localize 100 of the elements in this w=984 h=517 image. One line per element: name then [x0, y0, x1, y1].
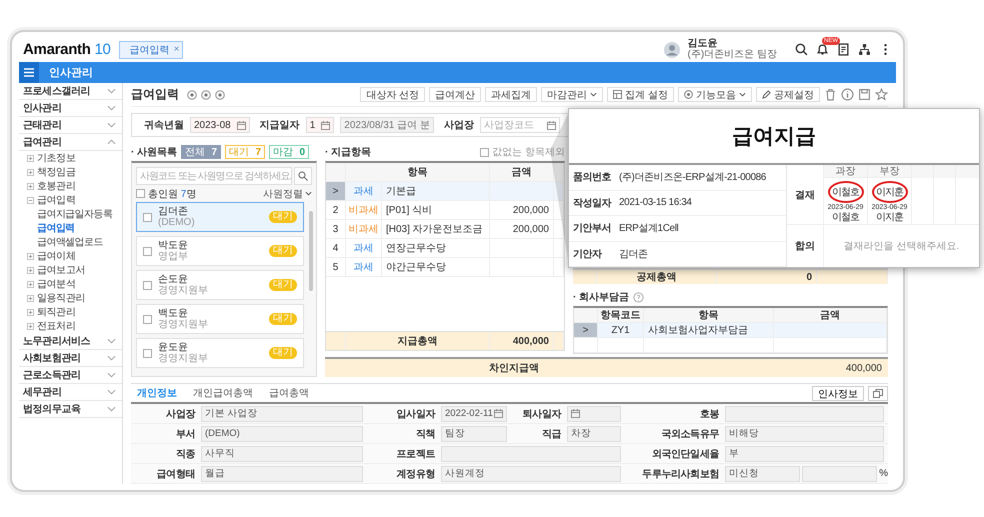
toolbar-button[interactable]: 급여계산	[429, 87, 482, 102]
tab[interactable]: 급여총액	[263, 386, 315, 400]
calendar-icon[interactable]	[321, 120, 330, 130]
search-icon[interactable]	[795, 43, 808, 56]
checkbox[interactable]	[136, 189, 145, 198]
employee-card[interactable]: 백도윤 경영지원부 대기	[136, 304, 304, 334]
sidebar-subitem[interactable]: 퇴직관리	[19, 305, 122, 319]
sidebar-subitem[interactable]: 전표처리	[19, 319, 122, 333]
copy-button[interactable]	[868, 386, 888, 400]
checkbox[interactable]	[143, 314, 152, 324]
month-field[interactable]: 2023-08	[190, 117, 250, 133]
table-cell: 연장근무수당	[382, 239, 490, 257]
sidebar-subitem[interactable]: 일용직관리	[19, 291, 122, 305]
calendar-icon[interactable]	[494, 409, 503, 418]
input-field[interactable]: 미신청	[725, 466, 800, 482]
calendar-icon[interactable]	[571, 409, 580, 418]
document-tab[interactable]: 급여입력 ×	[118, 40, 183, 58]
sidebar-subitem[interactable]: 급여입력	[19, 221, 122, 235]
employee-card[interactable]: 윤도윤 경영지원부 대기	[136, 338, 304, 368]
help-icon[interactable]	[633, 292, 644, 302]
employee-card[interactable]: 김더존 (DEMO) 대기	[136, 202, 304, 232]
sidebar-subitem[interactable]: 급여입력	[19, 193, 122, 207]
toolbar-button[interactable]: 공제설정	[756, 87, 820, 102]
scrollbar[interactable]	[309, 211, 313, 291]
sidebar-item[interactable]: 인사관리	[19, 100, 122, 117]
circle-dot-icon[interactable]	[215, 90, 225, 100]
employee-card[interactable]: 손도윤 경영지원부 대기	[136, 270, 304, 300]
info-icon[interactable]	[841, 88, 854, 101]
employee-card[interactable]: 박도윤 영업부 대기	[136, 236, 304, 266]
sidebar-subitem[interactable]: 급여분석	[19, 277, 122, 291]
checkbox[interactable]	[480, 148, 490, 156]
toolbar-button[interactable]: 집계 설정	[607, 87, 674, 102]
calendar-icon[interactable]	[546, 120, 556, 130]
hr-info-button[interactable]: 인사정보	[812, 386, 864, 400]
total-value: 400,000	[490, 332, 554, 350]
section-title: · 사원목록	[131, 146, 178, 159]
input-field[interactable]: 사원계정	[441, 466, 621, 482]
pay-date-field[interactable]: 1	[306, 117, 334, 133]
sidebar-item[interactable]: 노무관리서비스	[19, 333, 122, 350]
avatar-icon[interactable]	[664, 42, 680, 58]
sidebar-item[interactable]: 법정의무교육	[19, 401, 122, 418]
input-field[interactable]: 팀장	[441, 426, 507, 442]
sidebar-item[interactable]: 사회보험관리	[19, 350, 122, 367]
input-field[interactable]	[802, 466, 878, 482]
table-row[interactable]: 2 비과세 [P01] 식비 200,000	[326, 201, 564, 220]
calendar-icon[interactable]	[236, 120, 246, 130]
sort-dropdown[interactable]: 사원정렬	[263, 186, 312, 200]
sidebar-item[interactable]: 세무관리	[19, 384, 122, 401]
checkbox-label: 값없는 항목제외	[492, 146, 565, 159]
date-field[interactable]: 2022-02-11	[441, 406, 507, 422]
input-field[interactable]: 사무직	[201, 446, 363, 462]
document-icon[interactable]	[837, 43, 850, 56]
total-value: 0	[717, 270, 817, 284]
sidebar-subitem[interactable]: 급여지급일자등록	[19, 207, 122, 221]
table-row[interactable]: > ZY1 사회보험사업자부담금	[574, 323, 887, 338]
sidebar-subitem[interactable]: 급여이체	[19, 249, 122, 263]
input-field[interactable]: 월급	[201, 466, 363, 482]
input-field[interactable]	[725, 406, 884, 422]
table-cell: 야간근무수당	[382, 258, 490, 276]
sidebar-subitem[interactable]: 책정임금	[19, 165, 122, 179]
input-field[interactable]: (DEMO)	[201, 426, 363, 442]
save-icon[interactable]	[858, 88, 871, 101]
input-field[interactable]: 기본 사업장	[201, 406, 363, 422]
sidebar-item[interactable]: 근로소득관리	[19, 367, 122, 384]
toolbar-button[interactable]: 과세집계	[485, 87, 538, 102]
toolbar-button[interactable]: 마감관리	[541, 87, 604, 102]
table-row[interactable]: 4 과세 연장근무수당	[326, 239, 564, 258]
info-value: 김더존	[619, 248, 649, 261]
checkbox[interactable]	[143, 348, 152, 358]
menu-button[interactable]	[19, 62, 39, 83]
org-chart-icon[interactable]	[858, 43, 871, 56]
tab[interactable]: 개인급여총액	[187, 386, 259, 400]
sidebar-subitem[interactable]: 기초정보	[19, 151, 122, 165]
star-icon[interactable]	[875, 88, 888, 101]
sidebar-subitem[interactable]: 급여액셀업로드	[19, 235, 122, 249]
circle-dot-icon[interactable]	[201, 90, 211, 100]
sidebar-item[interactable]: 근태관리	[19, 117, 122, 134]
input-field[interactable]: 차장	[567, 426, 621, 442]
field-label: 부서	[174, 428, 196, 440]
checkbox[interactable]	[143, 280, 152, 290]
checkbox[interactable]	[143, 246, 152, 256]
sidebar-item[interactable]: 급여관리	[19, 134, 122, 151]
table-row[interactable]: > 과세 기본급	[326, 182, 564, 201]
sidebar-subitem[interactable]: 호봉관리	[19, 179, 122, 193]
search-button[interactable]	[294, 167, 312, 185]
tab[interactable]: 개인정보	[131, 386, 183, 400]
sidebar-item[interactable]: 프로세스갤러리	[19, 83, 122, 100]
toolbar-button[interactable]: 기능모음	[678, 87, 752, 102]
bell-icon[interactable]	[816, 43, 829, 56]
table-row[interactable]: 5 과세 야간근무수당	[326, 258, 564, 277]
checkbox[interactable]	[143, 212, 152, 222]
toolbar-button[interactable]: 대상자 선정	[360, 87, 426, 102]
circle-dot-icon[interactable]	[187, 90, 197, 100]
input-field[interactable]	[441, 446, 621, 462]
table-row[interactable]: 3 비과세 [H03] 자가운전보조금 200,000	[326, 220, 564, 239]
sidebar-subitem[interactable]: 급여보고서	[19, 263, 122, 277]
date-field[interactable]	[567, 406, 621, 422]
input-field[interactable]: 부	[725, 446, 884, 462]
trash-icon[interactable]	[824, 88, 837, 101]
input-field[interactable]: 비해당	[725, 426, 884, 442]
